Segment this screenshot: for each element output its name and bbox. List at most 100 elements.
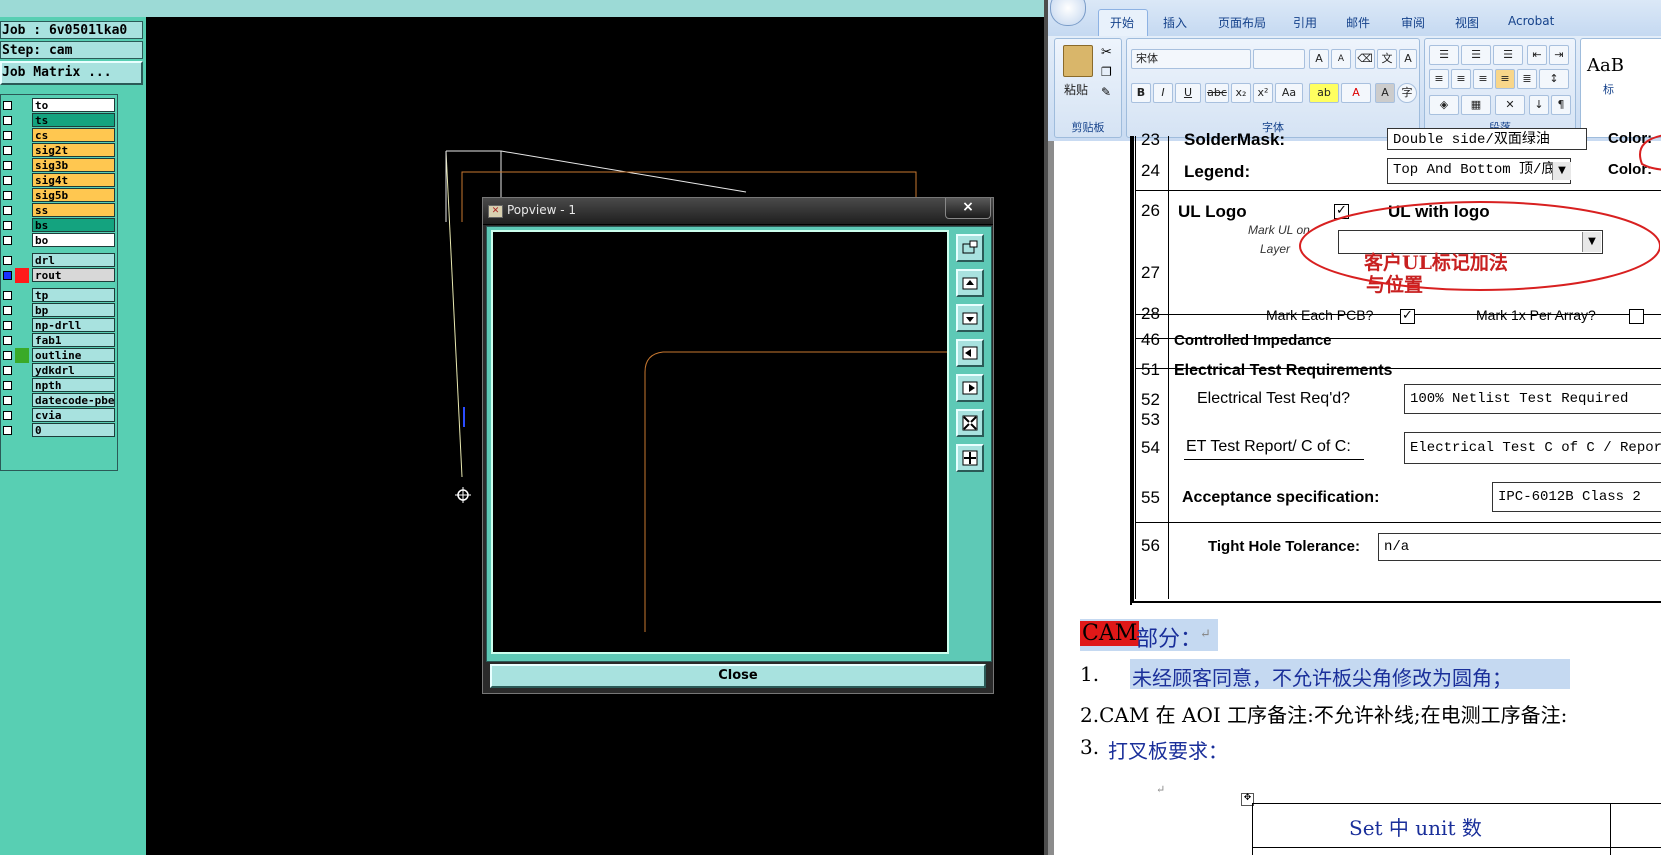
- popview-window[interactable]: ✕ Popview - 1 × Close: [482, 197, 994, 694]
- office-button[interactable]: [1050, 0, 1086, 26]
- enclose-char-icon[interactable]: 字: [1397, 83, 1417, 103]
- char-shading-icon[interactable]: A: [1375, 83, 1395, 103]
- pan-left-icon[interactable]: [956, 339, 984, 367]
- tab-page-layout[interactable]: 页面布局: [1218, 14, 1266, 31]
- tab-insert[interactable]: 插入: [1163, 14, 1187, 31]
- layer-checkbox[interactable]: [3, 131, 12, 140]
- layer-checkbox[interactable]: [3, 426, 12, 435]
- distributed-icon[interactable]: ≣: [1517, 69, 1537, 89]
- layer-name[interactable]: ydkdrl: [32, 363, 115, 377]
- subscript-icon[interactable]: x₂: [1231, 83, 1251, 103]
- zoom-out-icon[interactable]: [956, 304, 984, 332]
- layer-name[interactable]: datecode-pbe: [32, 393, 115, 407]
- change-case-icon[interactable]: Aa: [1275, 83, 1303, 103]
- align-right-icon[interactable]: ≡: [1473, 69, 1493, 89]
- increase-indent-icon[interactable]: ⇥: [1549, 45, 1569, 65]
- layer-name[interactable]: bo: [32, 233, 115, 247]
- bullets-icon[interactable]: ☰: [1429, 45, 1459, 65]
- layer-name[interactable]: to: [32, 98, 115, 112]
- popview-canvas[interactable]: [491, 230, 949, 654]
- layer-row[interactable]: sig3b: [1, 158, 117, 173]
- layer-checkbox[interactable]: [3, 306, 12, 315]
- layer-checkbox[interactable]: [3, 101, 12, 110]
- mark-each-pcb-checkbox[interactable]: ✓: [1400, 309, 1415, 324]
- shading-icon[interactable]: ◈: [1429, 95, 1459, 115]
- layer-row[interactable]: sig5b: [1, 188, 117, 203]
- phonetic-icon[interactable]: 文: [1377, 49, 1397, 69]
- layer-row[interactable]: bp: [1, 303, 117, 318]
- acceptance-select[interactable]: IPC-6012B Class 2: [1492, 482, 1661, 512]
- justify-icon[interactable]: ≡: [1495, 69, 1515, 89]
- layer-name[interactable]: npth: [32, 378, 115, 392]
- superscript-icon[interactable]: x²: [1253, 83, 1273, 103]
- zoom-in-icon[interactable]: [956, 269, 984, 297]
- layer-name[interactable]: sig2t: [32, 143, 115, 157]
- layer-row[interactable]: fab1: [1, 333, 117, 348]
- layer-checkbox[interactable]: [3, 206, 12, 215]
- layer-row[interactable]: npth: [1, 378, 117, 393]
- layer-checkbox[interactable]: [3, 256, 12, 265]
- copy-icon[interactable]: ❐: [1101, 65, 1112, 79]
- font-size-select[interactable]: [1253, 49, 1305, 69]
- soldermask-select[interactable]: Double side/双面绿油: [1387, 128, 1587, 150]
- layer-name[interactable]: drl: [32, 253, 115, 267]
- layer-checkbox[interactable]: [3, 396, 12, 405]
- layer-row[interactable]: bs: [1, 218, 117, 233]
- layer-checkbox[interactable]: [3, 271, 12, 280]
- layer-name[interactable]: bs: [32, 218, 115, 232]
- layer-row[interactable]: drl: [1, 253, 117, 268]
- layer-row[interactable]: np-drll: [1, 318, 117, 333]
- numbering-icon[interactable]: ☰: [1461, 45, 1491, 65]
- multilevel-list-icon[interactable]: ☰: [1493, 45, 1523, 65]
- align-left-icon[interactable]: ≡: [1429, 69, 1449, 89]
- tab-home[interactable]: 开始: [1110, 14, 1134, 31]
- zoom-window-icon[interactable]: [956, 234, 984, 262]
- layer-row[interactable]: datecode-pbe: [1, 393, 117, 408]
- et-report-select[interactable]: Electrical Test C of C / Report: [1404, 432, 1661, 464]
- layer-checkbox[interactable]: [3, 191, 12, 200]
- layer-checkbox[interactable]: [3, 221, 12, 230]
- highlight-icon[interactable]: ab: [1309, 83, 1339, 103]
- layer-name[interactable]: sig4t: [32, 173, 115, 187]
- layer-checkbox[interactable]: [3, 161, 12, 170]
- chevron-down-icon[interactable]: ▼: [1552, 162, 1571, 180]
- zoom-home-icon[interactable]: [956, 444, 984, 472]
- grow-font-icon[interactable]: A: [1309, 49, 1329, 69]
- borders-icon[interactable]: ▦: [1461, 95, 1491, 115]
- layer-row[interactable]: cvia: [1, 408, 117, 423]
- layer-row[interactable]: bo: [1, 233, 117, 248]
- decrease-indent-icon[interactable]: ⇤: [1527, 45, 1547, 65]
- et-required-select[interactable]: 100% Netlist Test Required: [1404, 384, 1661, 414]
- tab-view[interactable]: 视图: [1455, 14, 1479, 31]
- layer-checkbox[interactable]: [3, 366, 12, 375]
- layer-name[interactable]: cs: [32, 128, 115, 142]
- style-preview[interactable]: AaB: [1587, 55, 1624, 76]
- font-color-icon[interactable]: A: [1341, 83, 1371, 103]
- layer-checkbox[interactable]: [3, 236, 12, 245]
- tab-review[interactable]: 审阅: [1401, 14, 1425, 31]
- tab-mailings[interactable]: 邮件: [1346, 14, 1370, 31]
- layer-checkbox[interactable]: [3, 176, 12, 185]
- align-center-icon[interactable]: ≡: [1451, 69, 1471, 89]
- legend-select[interactable]: Top And Bottom 顶/底: [1387, 158, 1571, 184]
- layer-row[interactable]: cs: [1, 128, 117, 143]
- layer-name[interactable]: fab1: [32, 333, 115, 347]
- clear-format-icon[interactable]: ⌫: [1355, 49, 1375, 69]
- pan-right-icon[interactable]: [956, 374, 984, 402]
- format-painter-icon[interactable]: ✎: [1101, 85, 1111, 99]
- layer-name[interactable]: 0: [32, 423, 115, 437]
- bold-icon[interactable]: B: [1131, 83, 1151, 103]
- tab-acrobat[interactable]: Acrobat: [1508, 14, 1554, 28]
- tab-references[interactable]: 引用: [1293, 14, 1317, 31]
- layer-name[interactable]: sig3b: [32, 158, 115, 172]
- layer-name[interactable]: sig5b: [32, 188, 115, 202]
- layer-row[interactable]: to: [1, 98, 117, 113]
- layer-name[interactable]: tp: [32, 288, 115, 302]
- layer-checkbox[interactable]: [3, 381, 12, 390]
- layer-checkbox[interactable]: [3, 291, 12, 300]
- layer-name[interactable]: np-drll: [32, 318, 115, 332]
- close-button[interactable]: Close: [490, 664, 986, 688]
- layer-checkbox[interactable]: [3, 351, 12, 360]
- show-marks-icon[interactable]: ¶: [1551, 95, 1571, 115]
- job-matrix-button[interactable]: Job Matrix ...: [0, 61, 143, 85]
